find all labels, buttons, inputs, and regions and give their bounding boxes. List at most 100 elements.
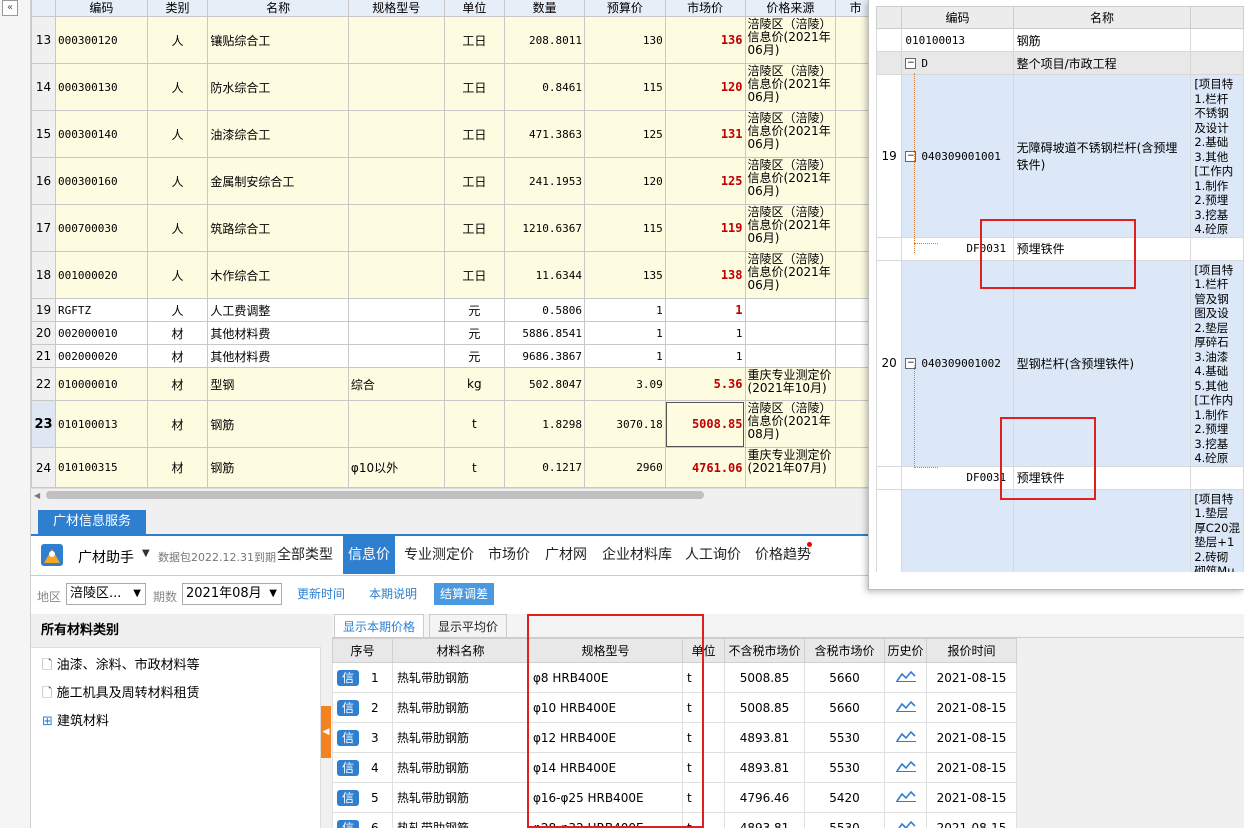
market-price[interactable]: 120 [664, 63, 746, 111]
history-cell[interactable] [884, 722, 927, 753]
scrollbar-thumb[interactable] [46, 491, 704, 499]
material-code[interactable]: 010000010 [54, 367, 148, 401]
trend-chart-icon[interactable] [895, 670, 916, 682]
category-header[interactable]: 类别 [146, 0, 209, 17]
highlight-box-spec [527, 614, 704, 828]
collapse-left-button[interactable]: « [2, 0, 18, 16]
material-code[interactable]: 001000020 [54, 251, 148, 299]
tab-average-price[interactable]: 显示平均价 [429, 614, 508, 638]
sidebar-toggle-icon[interactable]: ◀ [321, 706, 331, 758]
period-select[interactable]: 2021年08月 ▼ [182, 583, 282, 605]
history-cell[interactable] [884, 812, 927, 828]
market-price[interactable]: 138 [664, 251, 746, 299]
desc-cell [1190, 236, 1244, 261]
tab-enterprise-library[interactable]: 企业材料库 [597, 536, 677, 574]
settle-adjust-button[interactable]: 结算调差 [434, 583, 495, 605]
material-code[interactable]: 010100013 [54, 400, 148, 448]
material-code[interactable]: 000300160 [54, 157, 148, 205]
table-row[interactable]: 22 010000010 材型钢 综合 kg 502.8047 3.09 5.36 重庆专业测定… [31, 367, 876, 401]
market-price[interactable]: 1 [664, 298, 746, 322]
col-header-no[interactable]: 序号 [332, 638, 393, 663]
collapse-minus-icon[interactable]: − [905, 58, 917, 69]
material-code[interactable]: 002000020 [54, 344, 148, 368]
tab-current-price[interactable]: 显示本期价格 [334, 614, 425, 638]
category-item[interactable]: 🗋 油漆、涂料、市政材料等 [42, 654, 200, 678]
trend-chart-icon[interactable] [895, 730, 916, 742]
table-row[interactable]: 23 010100013 材钢筋 t 1.8298 3070.18 5008.85 涪陵区（涪… [31, 400, 876, 448]
table-row[interactable]: 20 002000010 材其他材料费元 5886.8541 1 1 [31, 321, 876, 345]
trend-chart-icon[interactable] [895, 790, 916, 802]
budget-price-header[interactable]: 预算价 [584, 0, 666, 17]
table-row[interactable]: 13 000300120 人镶贴综合工 工日 208.8011 130 136 涪陵区（涪陵）… [31, 16, 876, 64]
table-row[interactable]: 14 000300130 人防水综合工 工日 0.8461 115 120 涪陵区（涪陵）信息… [31, 63, 876, 111]
price-source-header[interactable]: 价格来源 [744, 0, 837, 17]
table-row[interactable]: 24 010100315 材钢筋 φ10以外 t 0.1217 2960 4761.06 重庆专… [31, 447, 876, 488]
tab-market-price[interactable]: 市场价 [483, 536, 535, 574]
market-price[interactable]: 5008.85 [664, 400, 746, 448]
history-cell[interactable] [884, 752, 927, 783]
trend-chart-icon[interactable] [896, 820, 916, 828]
market-price-header[interactable]: 市场价 [664, 0, 746, 17]
unit-header[interactable]: 单位 [443, 0, 506, 17]
market-price[interactable]: 1 [664, 344, 746, 368]
table-row[interactable]: 17 000700030 人筑路综合工 工日 1210.6367 115 119 涪陵区（涪陵… [31, 204, 876, 252]
table-row[interactable]: 16 000300160 人金属制安综合工 工日 241.1953 120 125 涪陵区（涪… [31, 157, 876, 205]
history-cell[interactable] [884, 662, 927, 693]
period-label: 期数 [153, 590, 178, 604]
name-header[interactable]: 名称 [207, 0, 349, 17]
tab-labor-inquiry[interactable]: 人工询价 [680, 536, 746, 574]
market-price[interactable]: 125 [664, 157, 746, 205]
trend-chart-icon[interactable] [895, 700, 916, 712]
history-cell[interactable] [884, 692, 927, 723]
table-row[interactable]: [项目特 1.垫层 厚C20混 垫层+1 2.砖砌 砌筑Mu 3.预埋 [876, 488, 1244, 572]
market-price[interactable]: 136 [664, 16, 746, 64]
period-note-button[interactable]: 本期说明 [363, 583, 424, 605]
spec-header[interactable]: 规格型号 [347, 0, 445, 17]
tab-info-price[interactable]: 信息价 [343, 536, 395, 574]
material-code[interactable]: 000700030 [54, 204, 148, 252]
table-row[interactable]: 010100013 钢筋 [876, 28, 1244, 52]
market-price[interactable]: 119 [664, 204, 746, 252]
tab-all-types[interactable]: 全部类型 [272, 536, 338, 574]
material-code[interactable]: 002000010 [54, 321, 148, 345]
trend-chart-icon[interactable] [895, 760, 916, 772]
table-row[interactable]: 18 001000020 人木作综合工 工日 11.6344 135 138 涪陵区（涪陵）信… [31, 251, 876, 299]
tab-professional-price[interactable]: 专业测定价 [399, 536, 479, 574]
helper-label[interactable]: 广材助手 [78, 547, 134, 567]
material-code[interactable]: 010100315 [54, 447, 148, 488]
col-header-history[interactable]: 历史价 [884, 638, 927, 663]
region-select[interactable]: 涪陵区... ▼ [66, 583, 146, 605]
table-row[interactable]: − D 整个项目/市政工程 [876, 51, 1244, 75]
table-row[interactable]: 19 −040309001001 无障碍坡道不锈钢栏杆(含预埋铁件) [项目特 … [876, 74, 1244, 238]
col-header-price-ex-tax[interactable]: 不含税市场价 [724, 638, 805, 663]
market-price[interactable]: 5.36 [664, 367, 746, 401]
material-name: 油漆综合工 [207, 110, 349, 158]
col-header-date[interactable]: 报价时间 [926, 638, 1017, 663]
history-cell[interactable] [884, 782, 927, 813]
scroll-left-icon[interactable]: ◀ [34, 491, 40, 500]
chevron-down-icon[interactable]: ▼ [142, 548, 150, 559]
table-row[interactable]: 15 000300140 人油漆综合工 工日 471.3863 125 131 涪陵区（涪陵）… [31, 110, 876, 158]
material-code[interactable]: RGFTZ [54, 298, 148, 322]
code-header[interactable]: 编码 [54, 0, 148, 17]
table-row[interactable]: 19 RGFTZ 人人工费调整元 0.5806 1 1 [31, 298, 876, 322]
update-time-button[interactable]: 更新时间 [291, 583, 352, 605]
material-code[interactable]: 000300130 [54, 63, 148, 111]
market-price[interactable]: 1 [664, 321, 746, 345]
expand-plus-icon[interactable]: ⊞ [42, 714, 53, 729]
service-tab[interactable]: 广材信息服务 [38, 510, 146, 534]
material-quantity: 11.6344 [504, 251, 586, 299]
material-code[interactable]: 000300120 [54, 16, 148, 64]
material-code[interactable]: 000300140 [54, 110, 148, 158]
category-item[interactable]: 🗋 施工机具及周转材料租赁 [42, 682, 200, 706]
col-header-name[interactable]: 材料名称 [392, 638, 529, 663]
price-ex-tax: 4893.81 [724, 752, 805, 783]
category-item[interactable]: ⊞ 建筑材料 [42, 710, 109, 729]
quantity-header[interactable]: 数量 [504, 0, 586, 17]
col-header-price-inc-tax[interactable]: 含税市场价 [804, 638, 885, 663]
market-price[interactable]: 4761.06 [664, 447, 746, 488]
tab-price-trend[interactable]: 价格趋势 [750, 536, 816, 574]
market-price[interactable]: 131 [664, 110, 746, 158]
table-row[interactable]: 21 002000020 材其他材料费元 9686.3867 1 1 [31, 344, 876, 368]
tab-guangcai-web[interactable]: 广材网 [540, 536, 592, 574]
